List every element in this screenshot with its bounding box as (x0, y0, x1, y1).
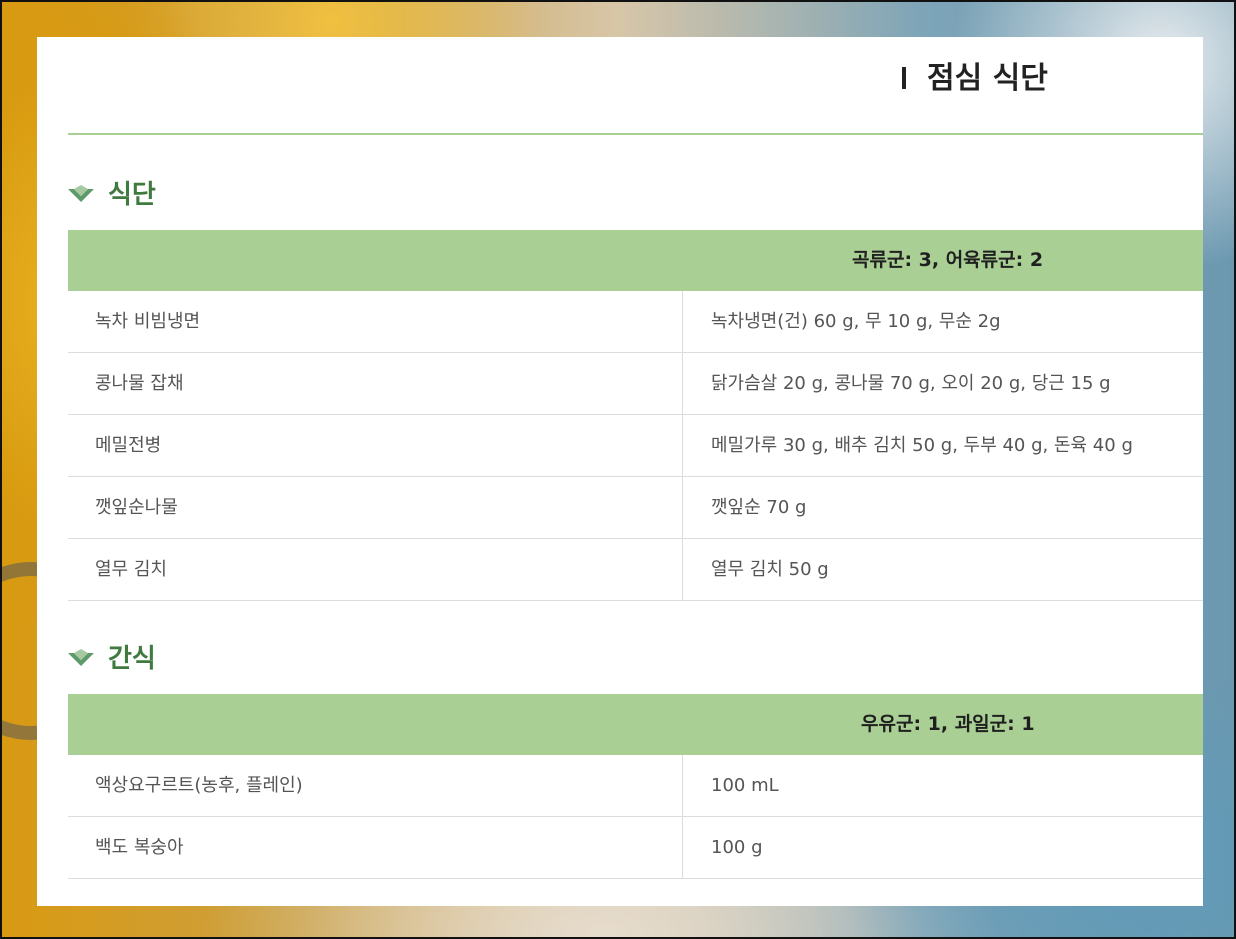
column-divider (682, 539, 683, 600)
section-heading-snack: 간식 (68, 641, 156, 677)
table-header-text: 우유군: 1, 과일군: 1 (861, 713, 1035, 735)
table-header: 곡류군: 3, 어육류군: 2 (68, 230, 1203, 291)
column-divider (682, 755, 683, 816)
chevron-down-icon (68, 649, 94, 666)
table-cell-dish: 깻잎순나물 (95, 497, 178, 518)
table-cell-ingredients: 닭가슴살 20 g, 콩나물 70 g, 오이 20 g, 당근 15 g (711, 373, 1111, 394)
snack-table: 우유군: 1, 과일군: 1 액상요구르트(농후, 플레인) 100 mL 백도… (68, 694, 1203, 879)
table-row: 액상요구르트(농후, 플레인) 100 mL (68, 755, 1203, 817)
table-cell-ingredients: 열무 김치 50 g (711, 559, 829, 580)
section-heading-meal: 식단 (68, 177, 156, 213)
screenshot-frame: 점심 식단 식단 곡류군: 3, 어육류군: 2 녹차 비빔냉면 녹차냉면(건)… (0, 0, 1236, 939)
section-title: 간식 (108, 644, 156, 674)
table-row: 열무 김치 열무 김치 50 g (68, 539, 1203, 601)
table-row: 메밀전병 메밀가루 30 g, 배추 김치 50 g, 두부 40 g, 돈육 … (68, 415, 1203, 477)
column-divider (682, 477, 683, 538)
content-panel: 점심 식단 식단 곡류군: 3, 어육류군: 2 녹차 비빔냉면 녹차냉면(건)… (37, 37, 1203, 906)
meal-table: 곡류군: 3, 어육류군: 2 녹차 비빔냉면 녹차냉면(건) 60 g, 무 … (68, 230, 1203, 601)
chevron-down-icon (68, 185, 94, 202)
column-divider (682, 353, 683, 414)
column-divider (682, 817, 683, 878)
table-row: 콩나물 잡채 닭가슴살 20 g, 콩나물 70 g, 오이 20 g, 당근 … (68, 353, 1203, 415)
table-row: 깻잎순나물 깻잎순 70 g (68, 477, 1203, 539)
table-row: 녹차 비빔냉면 녹차냉면(건) 60 g, 무 10 g, 무순 2g (68, 291, 1203, 353)
table-header: 우유군: 1, 과일군: 1 (68, 694, 1203, 755)
title-marker-bar (902, 67, 906, 89)
column-divider (682, 415, 683, 476)
table-cell-dish: 액상요구르트(농후, 플레인) (95, 775, 303, 796)
title-row: 점심 식단 (68, 37, 1203, 135)
table-row: 백도 복숭아 100 g (68, 817, 1203, 879)
table-cell-dish: 백도 복숭아 (95, 837, 184, 858)
table-cell-dish: 메밀전병 (95, 435, 162, 456)
table-header-text: 곡류군: 3, 어육류군: 2 (852, 249, 1044, 271)
table-cell-dish: 열무 김치 (95, 559, 167, 580)
table-cell-dish: 녹차 비빔냉면 (95, 311, 201, 332)
table-cell-ingredients: 100 g (711, 837, 763, 858)
table-cell-ingredients: 녹차냉면(건) 60 g, 무 10 g, 무순 2g (711, 311, 1001, 332)
table-cell-ingredients: 깻잎순 70 g (711, 497, 807, 518)
table-cell-ingredients: 메밀가루 30 g, 배추 김치 50 g, 두부 40 g, 돈육 40 g (711, 435, 1133, 456)
section-title: 식단 (108, 180, 156, 210)
column-divider (682, 291, 683, 352)
table-cell-dish: 콩나물 잡채 (95, 373, 184, 394)
table-cell-ingredients: 100 mL (711, 775, 779, 796)
page-title: 점심 식단 (927, 61, 1048, 96)
